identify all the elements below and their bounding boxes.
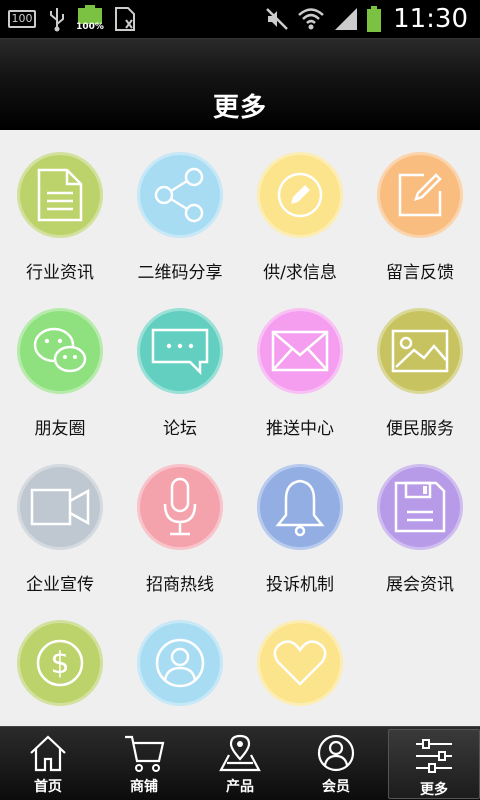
grid-item-label: 招商热线 [146, 575, 214, 595]
grid-item-label: 便民服务 [386, 419, 454, 439]
grid-item-supply-demand[interactable]: 供/求信息 [240, 130, 360, 286]
nav-label: 更多 [420, 782, 448, 798]
nav-home[interactable]: 首页 [0, 727, 96, 800]
map-pin-icon [192, 733, 288, 773]
grid-item-label: 留言反馈 [386, 263, 454, 283]
grid-item-corporate-promo[interactable]: 企业宣传 [0, 442, 120, 598]
wifi-icon [298, 8, 324, 30]
bottom-navigation: 首页 商铺 产品 会员 更多 [0, 726, 480, 800]
sliders-icon [389, 736, 479, 776]
microphone-icon [137, 464, 223, 550]
grid-item-label: 推送中心 [266, 419, 334, 439]
share-icon [137, 152, 223, 238]
home-icon [0, 733, 96, 773]
grid-item-investment-hotline[interactable]: 招商热线 [120, 442, 240, 598]
member-icon [288, 733, 384, 773]
wechat-icon [17, 308, 103, 394]
dollar-coin-icon: $ [17, 620, 103, 706]
status-bar: 100 100% 11:30 [0, 0, 480, 38]
grid-item-feedback[interactable]: 留言反馈 [360, 130, 480, 286]
edit-icon [377, 152, 463, 238]
signal-icon [335, 8, 358, 30]
grid-item-forum[interactable]: 论坛 [120, 286, 240, 442]
user-icon [137, 620, 223, 706]
grid-item-moments[interactable]: 朋友圈 [0, 286, 120, 442]
floppy-disk-icon [377, 464, 463, 550]
bell-icon [257, 464, 343, 550]
nav-label: 会员 [322, 779, 350, 795]
clock: 11:30 [393, 4, 468, 34]
nav-label: 商铺 [130, 779, 158, 795]
svg-text:$: $ [50, 646, 69, 681]
battery-full-icon: 100% [76, 5, 104, 33]
document-icon [17, 152, 103, 238]
battery-icon [367, 6, 382, 32]
nav-member[interactable]: 会员 [288, 727, 384, 800]
grid-item-qrcode-share[interactable]: 二维码分享 [120, 130, 240, 286]
video-camera-icon [17, 464, 103, 550]
usb-icon [50, 8, 64, 32]
grid-item-label: 企业宣传 [26, 575, 94, 595]
nav-label: 产品 [226, 779, 254, 795]
page-title: 更多 [212, 93, 267, 123]
pencil-icon [257, 152, 343, 238]
grid-item-public-service[interactable]: 便民服务 [360, 286, 480, 442]
grid-item-label: 供/求信息 [263, 263, 337, 283]
grid-item-label: 行业资讯 [26, 263, 94, 283]
heart-icon [257, 620, 343, 706]
more-menu-grid: 行业资讯 二维码分享 供/求信息 留言反馈 朋友圈 论坛 推送中心 便民服务 企… [0, 130, 480, 726]
mute-icon [266, 8, 288, 30]
grid-item-push-center[interactable]: 推送中心 [240, 286, 360, 442]
cart-icon [96, 733, 192, 773]
grid-item-complaints[interactable]: 投诉机制 [240, 442, 360, 598]
picture-icon [377, 308, 463, 394]
grid-item-finance[interactable]: $ [0, 598, 120, 726]
grid-item-label: 论坛 [163, 419, 197, 439]
grid-item-favorites[interactable] [240, 598, 360, 726]
sim-card-icon [115, 7, 135, 31]
nav-more[interactable]: 更多 [388, 729, 480, 799]
grid-item-profile[interactable] [120, 598, 240, 726]
grid-item-label: 展会资讯 [386, 575, 454, 595]
grid-item-exhibition-news[interactable]: 展会资讯 [360, 442, 480, 598]
grid-item-label: 二维码分享 [137, 263, 223, 283]
nav-label: 首页 [34, 779, 62, 795]
battery-percent-label: 100% [76, 22, 104, 32]
chat-bubble-icon [137, 308, 223, 394]
grid-item-label: 朋友圈 [34, 419, 86, 439]
header-bar: 更多 [0, 38, 480, 130]
sim-badge-icon: 100 [8, 10, 36, 28]
grid-item-industry-news[interactable]: 行业资讯 [0, 130, 120, 286]
nav-products[interactable]: 产品 [192, 727, 288, 800]
sim-badge-label: 100 [11, 12, 33, 25]
grid-item-label: 投诉机制 [266, 575, 334, 595]
mail-icon [257, 308, 343, 394]
nav-shops[interactable]: 商铺 [96, 727, 192, 800]
